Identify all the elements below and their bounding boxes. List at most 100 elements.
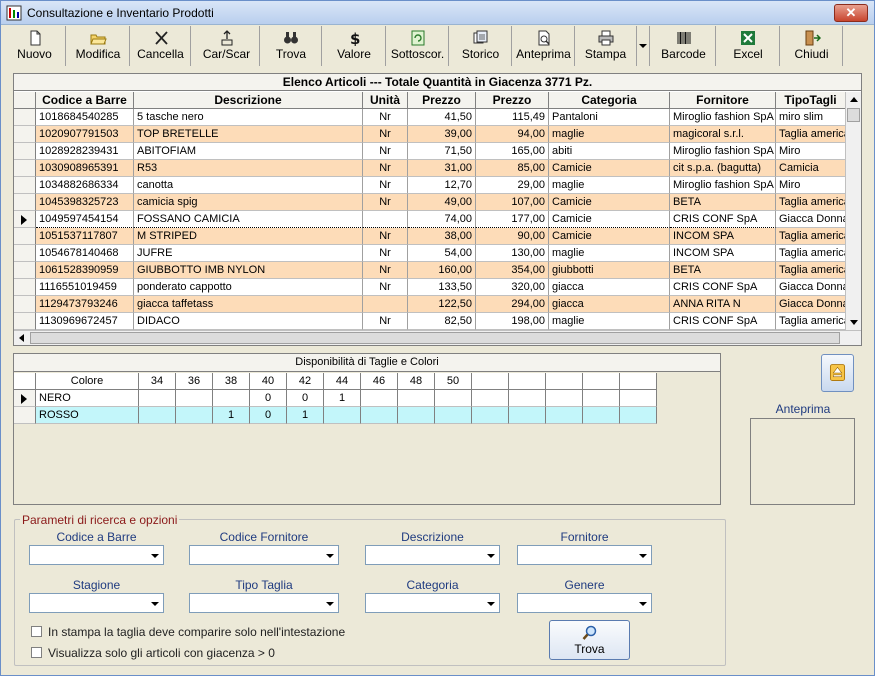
table-row[interactable]: 1030908965391 R53 Nr 31,00 85,00 Camicie cit s… [14,160,846,177]
cell-size_type[interactable]: Taglia americana [776,313,846,330]
cell-unit[interactable]: Nr [363,245,408,262]
cell-price1[interactable]: 38,00 [408,228,476,245]
row-indicator[interactable] [14,194,36,211]
table-row[interactable]: 1045398325723 camicia spig Nr 49,00 107,00 Ca… [14,194,846,211]
row-indicator[interactable] [14,296,36,313]
cell-price2[interactable]: 177,00 [476,211,549,228]
cell-supplier[interactable]: Miroglio fashion SpA [670,109,776,126]
cell-code[interactable]: 1020907791503 [36,126,134,143]
cell-code[interactable]: 1116551019459 [36,279,134,296]
row-indicator[interactable] [14,262,36,279]
cell-price2[interactable]: 198,00 [476,313,549,330]
codice-fornitore-combo[interactable] [189,545,339,565]
cell-size_type[interactable]: Camicia [776,160,846,177]
cell-code[interactable]: 1049597454154 [36,211,134,228]
cell-size-qty[interactable] [176,407,213,424]
cell-price1[interactable]: 82,50 [408,313,476,330]
chevron-down-icon[interactable] [483,546,499,564]
size-column-header[interactable]: 34 [139,373,176,390]
cell-size-qty[interactable] [620,390,657,407]
cell-desc[interactable]: ponderato cappotto [134,279,363,296]
cell-code[interactable]: 1030908965391 [36,160,134,177]
size-column-header[interactable]: 44 [324,373,361,390]
cell-price1[interactable]: 71,50 [408,143,476,160]
table-row[interactable]: 1049597454154 FOSSANO CAMICIA 74,00 177,00 C… [14,211,846,228]
table-row[interactable]: 1018684540285 5 tasche nero Nr 41,50 115,49 P… [14,109,846,126]
scroll-left-icon[interactable] [14,331,29,345]
cell-desc[interactable]: giacca taffetass [134,296,363,313]
cell-supplier[interactable]: cit s.p.a. (bagutta) [670,160,776,177]
stampa-button[interactable]: Stampa [575,26,637,66]
cell-price1[interactable]: 160,00 [408,262,476,279]
table-row[interactable]: 1054678140468 JUFRE Nr 54,00 130,00 maglie INC… [14,245,846,262]
cell-price1[interactable]: 49,00 [408,194,476,211]
cell-size-qty[interactable]: 1 [324,390,361,407]
cell-desc[interactable]: TOP BRETELLE [134,126,363,143]
sizes-colors-grid[interactable]: Disponibilità di Taglie e Colori Colore 3… [13,353,721,505]
cell-code[interactable]: 1129473793246 [36,296,134,313]
cell-price2[interactable]: 90,00 [476,228,549,245]
table-row[interactable]: 1116551019459 ponderato cappotto Nr 133,50 3… [14,279,846,296]
cell-supplier[interactable]: Miroglio fashion SpA [670,177,776,194]
print-size-header-checkbox[interactable] [31,626,42,637]
row-indicator[interactable] [14,245,36,262]
sizes-row-indicator[interactable] [14,390,36,407]
cell-cat[interactable]: maglie [549,313,670,330]
row-indicator[interactable] [14,160,36,177]
genere-combo[interactable] [517,593,652,613]
scroll-up-icon[interactable] [846,92,861,107]
cell-price1[interactable]: 12,70 [408,177,476,194]
cell-supplier[interactable]: BETA [670,262,776,279]
column-header[interactable]: Codice a Barre [36,92,134,109]
cell-cat[interactable]: Camicie [549,194,670,211]
cell-size-qty[interactable] [398,390,435,407]
cell-desc[interactable]: DIDACO [134,313,363,330]
cell-desc[interactable]: R53 [134,160,363,177]
cell-size-qty[interactable] [139,407,176,424]
cell-unit[interactable]: Nr [363,279,408,296]
sizes-row-indicator[interactable] [14,407,36,424]
cell-size-qty[interactable] [472,407,509,424]
row-indicator[interactable] [14,126,36,143]
size-column-header[interactable]: 40 [250,373,287,390]
cell-supplier[interactable]: BETA [670,194,776,211]
cell-unit[interactable]: Nr [363,194,408,211]
cell-price2[interactable]: 29,00 [476,177,549,194]
cell-cat[interactable]: giubbotti [549,262,670,279]
cell-desc[interactable]: canotta [134,177,363,194]
cell-size-qty[interactable] [139,390,176,407]
cell-code[interactable]: 1054678140468 [36,245,134,262]
cell-price1[interactable]: 41,50 [408,109,476,126]
cell-price1[interactable]: 31,00 [408,160,476,177]
chevron-down-icon[interactable] [322,594,338,612]
cell-size-qty[interactable]: 0 [287,390,324,407]
cell-size_type[interactable]: Miro [776,177,846,194]
cell-price1[interactable]: 122,50 [408,296,476,313]
cell-desc[interactable]: M STRIPED [134,228,363,245]
descrizione-combo[interactable] [365,545,500,565]
column-header[interactable]: TipoTagli [776,92,846,109]
articles-vertical-scrollbar[interactable] [845,92,861,330]
size-column-header[interactable]: 42 [287,373,324,390]
modifica-button[interactable]: Modifica [67,26,130,66]
cell-code[interactable]: 1034882686334 [36,177,134,194]
nuovo-button[interactable]: Nuovo [4,26,66,66]
cell-price2[interactable]: 354,00 [476,262,549,279]
cell-cat[interactable]: Camicie [549,211,670,228]
cell-size-qty[interactable] [509,407,546,424]
size-column-header[interactable]: 36 [176,373,213,390]
cell-cat[interactable]: giacca [549,296,670,313]
cell-desc[interactable]: camicia spig [134,194,363,211]
cell-size-qty[interactable] [620,407,657,424]
search-button[interactable]: Trova [549,620,630,660]
codice-a-barre-combo[interactable] [29,545,164,565]
cell-size_type[interactable]: Taglia americana [776,228,846,245]
cell-size_type[interactable]: Taglia americana [776,262,846,279]
cell-cat[interactable]: Camicie [549,228,670,245]
cell-supplier[interactable]: magicoral s.r.l. [670,126,776,143]
cell-price2[interactable]: 94,00 [476,126,549,143]
cell-price2[interactable]: 294,00 [476,296,549,313]
chevron-down-icon[interactable] [635,594,651,612]
cell-code[interactable]: 1045398325723 [36,194,134,211]
cell-price2[interactable]: 85,00 [476,160,549,177]
